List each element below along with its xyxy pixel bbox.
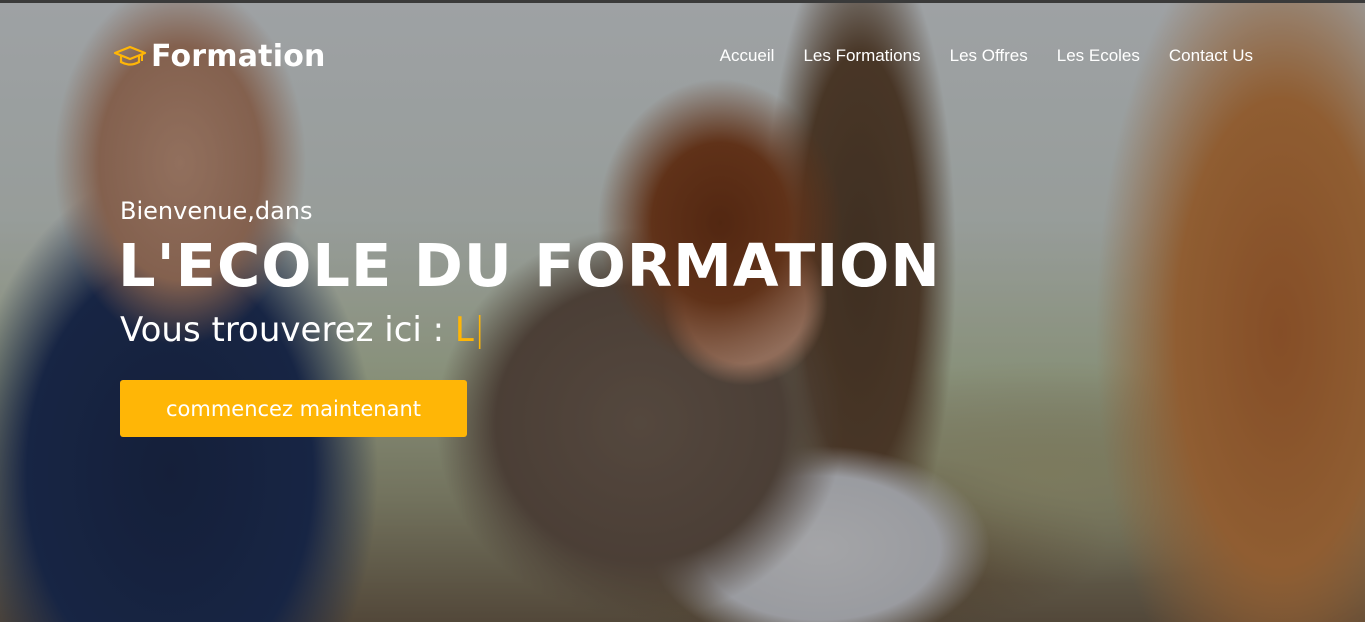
hero-welcome-text: Bienvenue,dans [120,197,313,225]
graduation-cap-icon [113,44,147,70]
hero-content: Formation Accueil Les Formations Les Off… [0,3,1365,622]
brand-name: Formation [151,39,326,74]
nav-item-offres[interactable]: Les Offres [950,46,1028,66]
start-now-button[interactable]: commencez maintenant [120,380,467,437]
nav-item-formations[interactable]: Les Formations [803,46,920,66]
hero-headline: L'ECOLE DU FORMATION [118,231,941,300]
typing-cursor: | [473,310,486,350]
brand-logo[interactable]: Formation [113,39,326,74]
nav-item-ecoles[interactable]: Les Ecoles [1057,46,1140,66]
nav-item-accueil[interactable]: Accueil [720,46,775,66]
typed-text: L [454,310,474,350]
hero-section: Formation Accueil Les Formations Les Off… [0,0,1365,622]
main-nav: Accueil Les Formations Les Offres Les Ec… [720,46,1253,66]
nav-item-contact[interactable]: Contact Us [1169,46,1253,66]
hero-subtitle-prefix: Vous trouverez ici : [120,310,455,350]
hero-subtitle: Vous trouverez ici : L| [120,310,485,350]
